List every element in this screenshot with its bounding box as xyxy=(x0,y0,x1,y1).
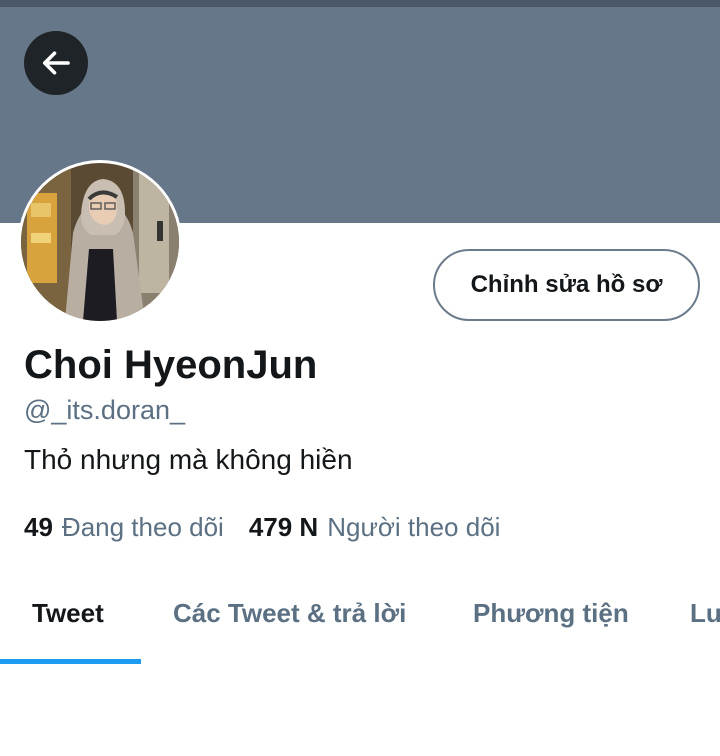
following-label: Đang theo dõi xyxy=(61,512,224,542)
tab-likes[interactable]: Lư xyxy=(690,598,720,638)
following-stat[interactable]: 49 Đang theo dõi xyxy=(24,512,224,543)
bio: Thỏ nhưng mà không hiền xyxy=(24,444,353,475)
avatar[interactable] xyxy=(18,160,182,324)
follow-stats: 49 Đang theo dõi 479 N Người theo dõi xyxy=(24,512,500,546)
profile-page: Chỉnh sửa hồ sơ Choi HyeonJun @_its.dora… xyxy=(0,0,720,756)
avatar-photo xyxy=(21,163,179,321)
followers-count: 479 N xyxy=(248,512,319,542)
back-button[interactable] xyxy=(24,31,88,95)
arrow-left-icon xyxy=(42,51,70,75)
tab-media[interactable]: Phương tiện xyxy=(473,598,629,638)
followers-label: Người theo dõi xyxy=(327,512,501,542)
tab-tweets-and-replies[interactable]: Các Tweet & trả lời xyxy=(173,598,406,638)
followers-stat[interactable]: 479 N Người theo dõi xyxy=(249,512,501,543)
handle: @_its.doran_ xyxy=(24,395,185,425)
active-tab-indicator xyxy=(0,659,141,664)
tab-tweets[interactable]: Tweet xyxy=(32,598,104,638)
display-name: Choi HyeonJun xyxy=(24,343,318,387)
following-count: 49 xyxy=(24,512,53,542)
status-bar-strip xyxy=(0,0,720,7)
edit-profile-button[interactable]: Chỉnh sửa hồ sơ xyxy=(433,249,700,321)
